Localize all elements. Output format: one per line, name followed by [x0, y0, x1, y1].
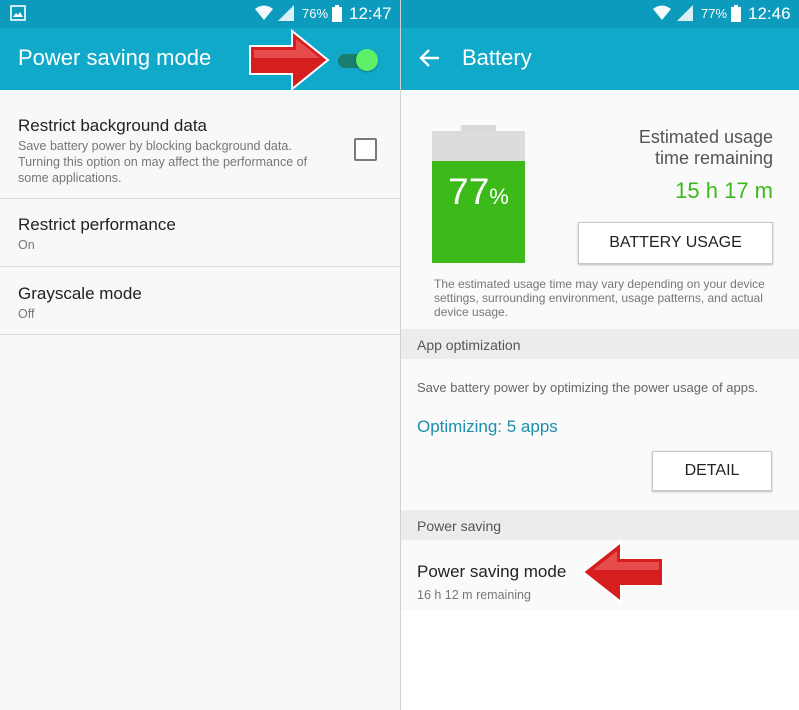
- power-saving-header: Power saving: [401, 510, 799, 540]
- restrict-performance-row[interactable]: Restrict performance On: [0, 199, 400, 267]
- status-time: 12:46: [748, 4, 791, 23]
- power-saving-mode-subtitle: 16 h 12 m remaining: [417, 588, 531, 602]
- restrict-background-data-subtitle-line1: Save battery power by blocking backgroun…: [18, 139, 292, 153]
- restrict-background-data-title: Restrict background data: [18, 116, 207, 135]
- red-arrow-pointer-icon: [246, 28, 332, 97]
- grayscale-mode-row[interactable]: Grayscale mode Off: [0, 267, 400, 335]
- gallery-notification-icon: [10, 5, 26, 26]
- wifi-icon: [652, 4, 672, 27]
- estimated-usage-label-line1: Estimated usage: [638, 127, 773, 147]
- restrict-background-data-checkbox[interactable]: [354, 138, 377, 161]
- usage-disclaimer-line2: settings, surrounding environment, usage…: [434, 291, 763, 305]
- estimated-usage-time: 15 h 17 m: [675, 178, 773, 203]
- toggle-thumb: [356, 49, 378, 71]
- power-saving-screen: 76% 12:47 Power saving mode Restrict bac…: [0, 0, 400, 710]
- battery-status-icon: [731, 5, 741, 27]
- battery-level-label: 77%: [432, 171, 525, 213]
- red-arrow-pointer-icon: [579, 539, 667, 610]
- signal-icon: [676, 4, 694, 27]
- app-optimization-description: Save battery power by optimizing the pow…: [417, 380, 759, 395]
- app-optimization-header: App optimization: [401, 329, 799, 359]
- status-bar: 76% 12:47: [0, 0, 400, 28]
- wifi-icon: [254, 4, 274, 27]
- app-optimization-header-label: App optimization: [417, 337, 521, 353]
- grayscale-mode-subtitle: Off: [18, 307, 35, 321]
- empty-area: [401, 610, 799, 710]
- battery-graphic: 77%: [432, 125, 525, 263]
- app-bar: Battery: [401, 28, 799, 90]
- restrict-background-data-subtitle-line3: some applications.: [18, 171, 122, 185]
- power-saving-toggle[interactable]: [336, 49, 380, 71]
- detail-button[interactable]: DETAIL: [652, 451, 772, 491]
- battery-level-number: 77: [448, 171, 490, 212]
- estimated-usage-label: Estimated usage time remaining: [639, 127, 773, 169]
- restrict-performance-title: Restrict performance: [18, 215, 176, 234]
- back-arrow-icon[interactable]: [419, 47, 441, 74]
- page-title: Battery: [462, 45, 532, 70]
- status-bar: 77% 12:46: [401, 0, 799, 28]
- battery-percent-text: 77%: [701, 6, 728, 21]
- restrict-background-data-subtitle-line2: Turning this option on may affect the pe…: [18, 155, 308, 169]
- grayscale-mode-title: Grayscale mode: [18, 284, 142, 303]
- restrict-background-data-row[interactable]: Restrict background data Save battery po…: [0, 90, 400, 199]
- status-time: 12:47: [349, 4, 392, 23]
- page-title: Power saving mode: [18, 45, 212, 70]
- optimizing-apps-link[interactable]: Optimizing: 5 apps: [417, 417, 558, 437]
- battery-percent-text: 76%: [302, 6, 329, 21]
- usage-disclaimer: The estimated usage time may vary depend…: [434, 277, 765, 319]
- estimated-usage-label-line2: time remaining: [654, 148, 773, 168]
- signal-icon: [277, 4, 295, 27]
- battery-usage-button[interactable]: BATTERY USAGE: [578, 222, 773, 264]
- usage-disclaimer-line1: The estimated usage time may vary depend…: [434, 277, 765, 291]
- battery-level-unit: %: [489, 184, 509, 209]
- battery-screen: 77% 12:46 Battery 77% Estimated usage ti…: [401, 0, 799, 710]
- app-bar: Power saving mode: [0, 28, 400, 92]
- power-saving-mode-title: Power saving mode: [417, 562, 567, 581]
- restrict-performance-subtitle: On: [18, 238, 35, 252]
- battery-status-icon: [332, 5, 342, 27]
- usage-disclaimer-line3: device usage.: [434, 305, 509, 319]
- power-saving-header-label: Power saving: [417, 518, 502, 534]
